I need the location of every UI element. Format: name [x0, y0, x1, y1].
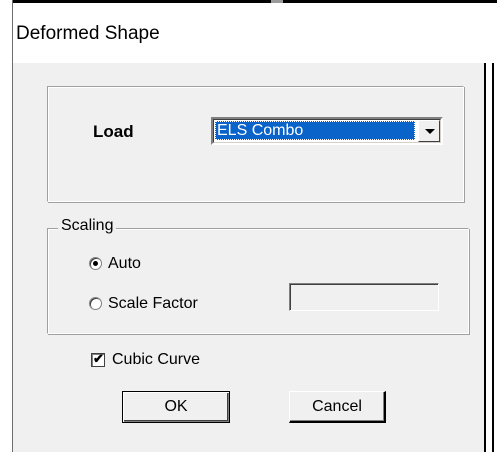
chevron-down-icon: [425, 129, 435, 134]
scale-factor-radio-label[interactable]: Scale Factor: [108, 295, 198, 313]
cancel-button[interactable]: Cancel: [289, 391, 386, 423]
cubic-curve-label[interactable]: Cubic Curve: [112, 351, 200, 369]
ok-button[interactable]: OK: [122, 391, 230, 423]
load-combo-dropdown-button[interactable]: [418, 120, 440, 142]
dialog-title: Deformed Shape: [16, 23, 160, 44]
scaling-group: Scaling: [47, 217, 469, 334]
title-bar: Deformed Shape: [13, 3, 497, 63]
auto-radio-label[interactable]: Auto: [108, 255, 141, 273]
load-label: Load: [93, 122, 134, 141]
check-icon: ✔: [93, 351, 104, 366]
scale-factor-input[interactable]: [289, 283, 439, 311]
load-combo-value[interactable]: ELS Combo: [215, 121, 415, 140]
cubic-curve-checkbox[interactable]: ✔: [91, 351, 105, 367]
load-combo[interactable]: ELS Combo: [211, 117, 443, 145]
scaling-caption: Scaling: [58, 217, 117, 235]
auto-radio[interactable]: [89, 257, 102, 270]
scale-factor-radio[interactable]: [89, 297, 102, 310]
window-right-border: [484, 63, 497, 452]
dialog-window: Deformed Shape Load ELS Combo Scaling Au…: [0, 0, 497, 452]
